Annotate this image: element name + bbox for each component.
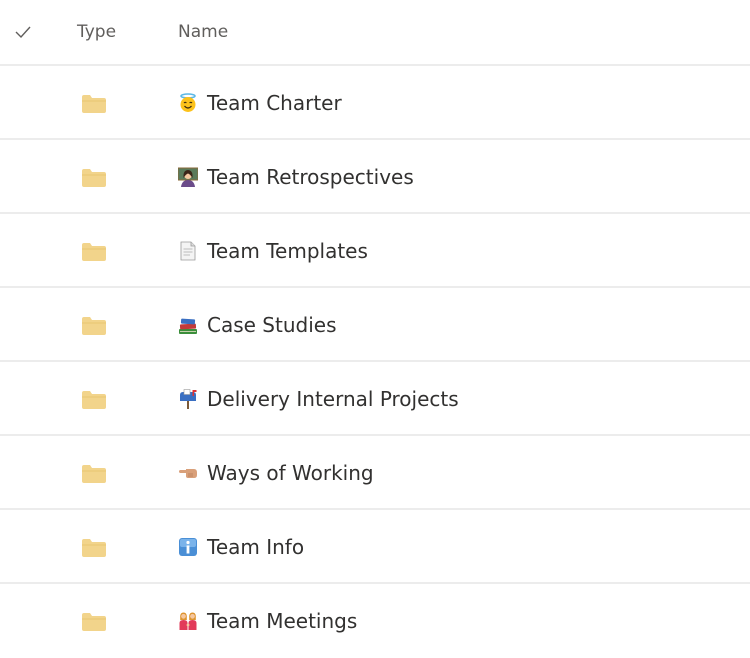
list-header: Type Name bbox=[0, 0, 750, 66]
select-all-checkmark-icon[interactable] bbox=[13, 22, 33, 42]
smiling-face-with-halo-icon bbox=[178, 93, 198, 113]
item-label: Ways of Working bbox=[207, 461, 374, 485]
folder-icon bbox=[81, 390, 107, 410]
list-item[interactable]: Team Retrospectives bbox=[0, 140, 750, 214]
item-label: Team Retrospectives bbox=[207, 165, 414, 189]
list-item[interactable]: Case Studies bbox=[0, 288, 750, 362]
item-name[interactable]: Case Studies bbox=[178, 312, 337, 338]
item-label: Case Studies bbox=[207, 313, 337, 337]
folder-icon bbox=[81, 464, 107, 484]
mailbox-with-mail-icon bbox=[178, 389, 198, 409]
list-item[interactable]: Delivery Internal Projects bbox=[0, 362, 750, 436]
list-item[interactable]: Ways of Working bbox=[0, 436, 750, 510]
item-name[interactable]: Team Charter bbox=[178, 90, 342, 116]
item-name[interactable]: Ways of Working bbox=[178, 460, 374, 486]
books-icon bbox=[178, 315, 198, 335]
list-item[interactable]: Team Info bbox=[0, 510, 750, 584]
item-label: Delivery Internal Projects bbox=[207, 387, 459, 411]
column-header-type[interactable]: Type bbox=[77, 22, 116, 42]
item-label: Team Info bbox=[207, 535, 305, 559]
woman-teacher-icon bbox=[178, 167, 198, 187]
file-list: Type Name Team Charter Team Retrospectiv… bbox=[0, 0, 750, 658]
page-facing-up-icon bbox=[178, 241, 198, 261]
item-label: Team Templates bbox=[207, 239, 368, 263]
item-name[interactable]: Delivery Internal Projects bbox=[178, 386, 459, 412]
list-item[interactable]: Team Charter bbox=[0, 66, 750, 140]
folder-icon bbox=[81, 168, 107, 188]
list-item[interactable]: Team Meetings bbox=[0, 584, 750, 658]
women-holding-hands-icon bbox=[178, 611, 198, 631]
item-name[interactable]: Team Retrospectives bbox=[178, 164, 414, 190]
column-header-name[interactable]: Name bbox=[178, 22, 228, 42]
item-label: Team Charter bbox=[207, 91, 342, 115]
folder-icon bbox=[81, 94, 107, 114]
information-icon bbox=[178, 537, 198, 557]
folder-icon bbox=[81, 242, 107, 262]
backhand-index-pointing-left-icon bbox=[178, 463, 198, 483]
item-name[interactable]: Team Meetings bbox=[178, 608, 357, 634]
item-name[interactable]: Team Info bbox=[178, 534, 304, 560]
folder-icon bbox=[81, 612, 107, 632]
list-item[interactable]: Team Templates bbox=[0, 214, 750, 288]
item-label: Team Meetings bbox=[207, 609, 358, 633]
item-name[interactable]: Team Templates bbox=[178, 238, 368, 264]
folder-icon bbox=[81, 538, 107, 558]
folder-icon bbox=[81, 316, 107, 336]
